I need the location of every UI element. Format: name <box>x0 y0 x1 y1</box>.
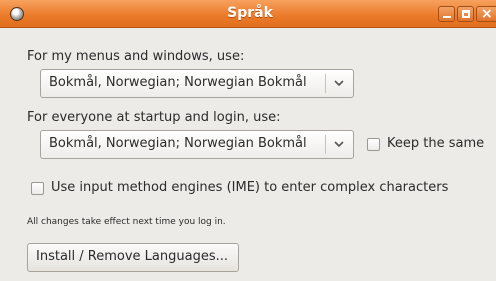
combo-separator <box>325 135 326 154</box>
startup-language-combo[interactable]: Bokmål, Norwegian; Norwegian Bokmål <box>40 130 354 159</box>
ime-checkbox[interactable] <box>31 182 44 195</box>
install-remove-languages-label: Install / Remove Languages... <box>36 249 228 264</box>
keep-same-label[interactable]: Keep the same <box>387 136 484 151</box>
minimize-icon <box>443 16 451 18</box>
language-window: Språk × For my menus and windows, use: B… <box>0 0 496 281</box>
maximize-icon <box>462 10 470 18</box>
ime-label[interactable]: Use input method engines (IME) to enter … <box>51 180 448 195</box>
keep-same-checkbox[interactable] <box>367 138 380 151</box>
chevron-down-icon <box>334 141 344 148</box>
combo-separator <box>325 74 326 93</box>
menus-language-label: For my menus and windows, use: <box>27 49 245 64</box>
maximize-button[interactable] <box>457 6 474 22</box>
titlebar[interactable]: Språk × <box>0 0 496 28</box>
window-menu-icon[interactable] <box>10 7 24 21</box>
close-button[interactable]: × <box>476 6 496 22</box>
restart-note: All changes take effect next time you lo… <box>27 217 226 227</box>
install-remove-languages-button[interactable]: Install / Remove Languages... <box>27 243 239 272</box>
menus-language-value: Bokmål, Norwegian; Norwegian Bokmål <box>49 75 307 90</box>
chevron-down-icon <box>334 80 344 87</box>
startup-language-label: For everyone at startup and login, use: <box>27 110 281 125</box>
close-icon: × <box>481 6 493 22</box>
minimize-button[interactable] <box>438 6 455 22</box>
startup-language-value: Bokmål, Norwegian; Norwegian Bokmål <box>49 136 307 151</box>
menus-language-combo[interactable]: Bokmål, Norwegian; Norwegian Bokmål <box>40 69 354 98</box>
window-title: Språk <box>227 5 273 21</box>
